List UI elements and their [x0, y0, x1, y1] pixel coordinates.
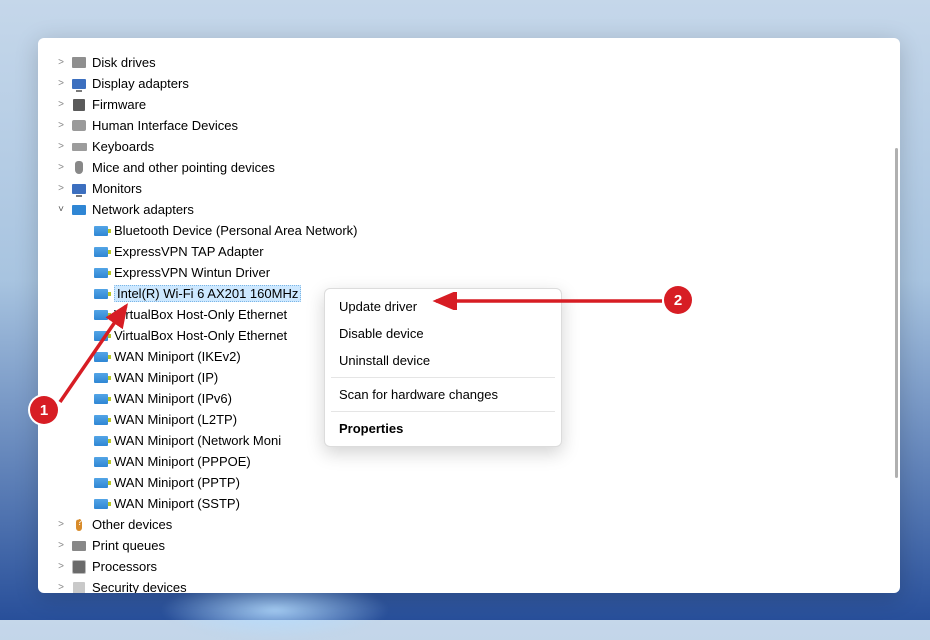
annotation-badge-1-text: 1 — [40, 402, 48, 419]
chevron-right-icon[interactable]: > — [54, 182, 68, 196]
chevron-down-icon[interactable]: ˅ — [54, 203, 68, 217]
device-item[interactable]: ExpressVPN TAP Adapter — [54, 241, 892, 262]
chevron-right-icon[interactable]: > — [54, 560, 68, 574]
network-adapter-icon — [92, 495, 110, 513]
category-hid[interactable]: > Human Interface Devices — [54, 115, 892, 136]
category-label: Human Interface Devices — [92, 118, 238, 133]
network-adapter-icon — [92, 453, 110, 471]
chevron-right-icon[interactable]: > — [54, 77, 68, 91]
display-icon — [70, 75, 88, 93]
chevron-right-icon[interactable]: > — [54, 161, 68, 175]
category-keyboard[interactable]: > Keyboards — [54, 136, 892, 157]
category-label: Monitors — [92, 181, 142, 196]
network-adapter-icon — [92, 411, 110, 429]
network-adapter-icon — [92, 222, 110, 240]
category-label: Other devices — [92, 517, 172, 532]
network-adapter-icon — [92, 243, 110, 261]
category-label: Mice and other pointing devices — [92, 160, 275, 175]
device-label: VirtualBox Host-Only Ethernet — [114, 328, 287, 343]
keyboard-icon — [70, 138, 88, 156]
category-label: Security devices — [92, 580, 187, 593]
network-adapter-icon — [92, 390, 110, 408]
device-item[interactable]: Bluetooth Device (Personal Area Network) — [54, 220, 892, 241]
annotation-badge-2-text: 2 — [674, 292, 682, 309]
device-label: WAN Miniport (IPv6) — [114, 391, 232, 406]
scrollbar-thumb[interactable] — [895, 148, 898, 478]
device-item[interactable]: WAN Miniport (SSTP) — [54, 493, 892, 514]
network-adapter-icon — [92, 474, 110, 492]
category-monitors[interactable]: > Monitors — [54, 178, 892, 199]
hid-icon — [70, 117, 88, 135]
disk-icon — [70, 54, 88, 72]
category-firmware[interactable]: > Firmware — [54, 94, 892, 115]
category-label: Disk drives — [92, 55, 156, 70]
category-cpu[interactable]: > Processors — [54, 556, 892, 577]
network-adapter-icon — [92, 285, 110, 303]
annotation-badge-2: 2 — [664, 286, 692, 314]
category-security[interactable]: > Security devices — [54, 577, 892, 593]
category-mice[interactable]: > Mice and other pointing devices — [54, 157, 892, 178]
category-label: Network adapters — [92, 202, 194, 217]
device-item[interactable]: WAN Miniport (PPPOE) — [54, 451, 892, 472]
monitors-icon — [70, 180, 88, 198]
menu-separator — [331, 377, 555, 378]
mice-icon — [70, 159, 88, 177]
device-label: WAN Miniport (SSTP) — [114, 496, 240, 511]
device-label: VirtualBox Host-Only Ethernet — [114, 307, 287, 322]
category-label: Processors — [92, 559, 157, 574]
menu-separator — [331, 411, 555, 412]
print-icon — [70, 537, 88, 555]
device-label: Bluetooth Device (Personal Area Network) — [114, 223, 358, 238]
firmware-icon — [70, 96, 88, 114]
menu-properties[interactable]: Properties — [325, 415, 561, 442]
device-item[interactable]: WAN Miniport (PPTP) — [54, 472, 892, 493]
device-item[interactable]: ExpressVPN Wintun Driver — [54, 262, 892, 283]
chevron-right-icon[interactable]: > — [54, 581, 68, 594]
other-icon — [70, 516, 88, 534]
network-adapter-icon — [92, 306, 110, 324]
network-adapter-icon — [92, 264, 110, 282]
category-label: Print queues — [92, 538, 165, 553]
category-label: Display adapters — [92, 76, 189, 91]
device-label: Intel(R) Wi-Fi 6 AX201 160MHz — [114, 285, 301, 302]
device-label: WAN Miniport (L2TP) — [114, 412, 237, 427]
menu-update-driver[interactable]: Update driver — [325, 293, 561, 320]
network-icon — [70, 201, 88, 219]
device-label: ExpressVPN Wintun Driver — [114, 265, 270, 280]
category-label: Firmware — [92, 97, 146, 112]
category-display[interactable]: > Display adapters — [54, 73, 892, 94]
device-label: WAN Miniport (Network Moni — [114, 433, 281, 448]
cpu-icon — [70, 558, 88, 576]
chevron-right-icon[interactable]: > — [54, 539, 68, 553]
device-label: WAN Miniport (IP) — [114, 370, 218, 385]
device-label: ExpressVPN TAP Adapter — [114, 244, 264, 259]
security-icon — [70, 579, 88, 594]
device-label: WAN Miniport (PPTP) — [114, 475, 240, 490]
context-menu: Update driver Disable device Uninstall d… — [324, 288, 562, 447]
category-disk[interactable]: > Disk drives — [54, 52, 892, 73]
chevron-right-icon[interactable]: > — [54, 518, 68, 532]
network-adapter-icon — [92, 432, 110, 450]
menu-scan-hardware[interactable]: Scan for hardware changes — [325, 381, 561, 408]
menu-disable-device[interactable]: Disable device — [325, 320, 561, 347]
device-label: WAN Miniport (IKEv2) — [114, 349, 241, 364]
device-label: WAN Miniport (PPPOE) — [114, 454, 251, 469]
network-adapter-icon — [92, 327, 110, 345]
category-other[interactable]: > Other devices — [54, 514, 892, 535]
chevron-right-icon[interactable]: > — [54, 140, 68, 154]
chevron-right-icon[interactable]: > — [54, 119, 68, 133]
chevron-right-icon[interactable]: > — [54, 98, 68, 112]
category-label: Keyboards — [92, 139, 154, 154]
menu-uninstall-device[interactable]: Uninstall device — [325, 347, 561, 374]
category-print[interactable]: > Print queues — [54, 535, 892, 556]
chevron-right-icon[interactable]: > — [54, 56, 68, 70]
annotation-badge-1: 1 — [30, 396, 58, 424]
category-network[interactable]: ˅ Network adapters — [54, 199, 892, 220]
network-adapter-icon — [92, 348, 110, 366]
network-adapter-icon — [92, 369, 110, 387]
